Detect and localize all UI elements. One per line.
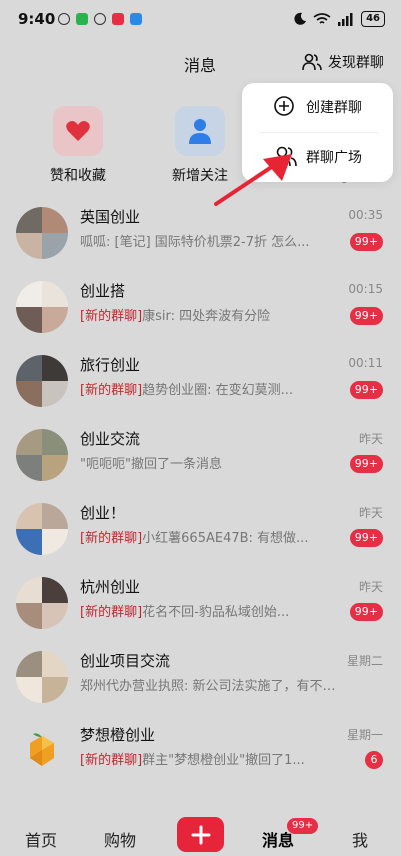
conversation-preview: [新的群聊]花名不回-豹品私域创始... [80, 605, 290, 620]
group-avatar [16, 503, 68, 555]
conversation-time: 00:35 [348, 208, 383, 222]
tab-me[interactable]: 我 [352, 827, 368, 851]
moon-icon [294, 12, 307, 25]
group-avatar [16, 651, 68, 703]
group-square-label: 群聊广场 [306, 150, 362, 166]
conversation-item[interactable]: 创业项目交流 郑州代办营业执照: 新公司法实施了，有不经... 星期二 [0, 640, 401, 714]
conversation-preview: "呃呃呃"撤回了一条消息 [80, 457, 222, 472]
conversation-item[interactable]: 杭州创业 [新的群聊]花名不回-豹品私域创始... 昨天 99+ [0, 566, 401, 640]
conversation-item[interactable]: 英国创业 呱呱: [笔记] 国际特价机票2-7折 怎么... 00:35 99+ [0, 196, 401, 270]
wechat-icon [76, 13, 88, 25]
unread-badge: 99+ [349, 529, 383, 547]
status-bar: 9:40 46 [0, 0, 401, 40]
conversation-preview: 郑州代办营业执照: 新公司法实施了，有不经... [80, 679, 340, 694]
group-avatar [16, 725, 68, 777]
heart-icon [66, 121, 90, 141]
conversation-item[interactable]: 梦想橙创业 [新的群聊]群主"梦想橙创业"撤回了1... 星期一 6 [0, 714, 401, 788]
conversation-time: 00:15 [348, 282, 383, 296]
message-app-icon [130, 13, 142, 25]
create-group-item[interactable]: 创建群聊 [242, 83, 393, 132]
conversation-item[interactable]: 创业交流 "呃呃呃"撤回了一条消息 昨天 99+ [0, 418, 401, 492]
status-time: 9:40 [18, 10, 56, 28]
followers-icon-tile [175, 106, 225, 156]
wifi-icon [313, 12, 331, 24]
conversation-time: 昨天 [358, 432, 383, 446]
tab-shopping[interactable]: 购物 [104, 827, 136, 851]
likes-and-collections[interactable]: 赞和收藏 [48, 106, 108, 185]
notification-app-icon [112, 13, 124, 25]
conversation-item[interactable]: 旅行创业 [新的群聊]趋势创业圈: 在变幻莫测... 00:11 99+ [0, 344, 401, 418]
conversation-time: 昨天 [358, 506, 383, 520]
unread-badge: 99+ [349, 381, 383, 399]
tab-home[interactable]: 首页 [25, 827, 57, 851]
likes-icon-tile [53, 106, 103, 156]
conversation-name: 创业交流 [80, 430, 141, 448]
discover-groups-button[interactable]: 发现群聊 [302, 52, 384, 72]
unread-badge: 99+ [349, 455, 383, 473]
status-app-icons [58, 13, 142, 25]
status-right: 46 [293, 11, 385, 27]
group-avatar [16, 577, 68, 629]
conversation-name: 创业！ [80, 504, 126, 522]
conversation-preview: 呱呱: [笔记] 国际特价机票2-7折 怎么... [80, 235, 310, 250]
unread-badge: 99+ [349, 233, 383, 251]
conversation-time: 00:11 [348, 356, 383, 370]
signal-icon [338, 12, 353, 26]
battery-indicator: 46 [361, 11, 385, 27]
unread-badge: 99+ [349, 307, 383, 325]
group-avatar [16, 429, 68, 481]
conversation-list: 英国创业 呱呱: [笔记] 国际特价机票2-7折 怎么... 00:35 99+… [0, 196, 401, 788]
page-title: 消息 [184, 56, 217, 75]
person-icon [189, 119, 211, 144]
orange-logo-icon [30, 733, 54, 766]
unread-badge: 6 [365, 751, 383, 769]
likes-label: 赞和收藏 [50, 168, 106, 184]
conversation-name: 创业搭 [80, 282, 126, 300]
conversation-preview: [新的群聊]趋势创业圈: 在变幻莫测... [80, 383, 294, 398]
unread-badge: 99+ [349, 603, 383, 621]
conversation-name: 英国创业 [80, 208, 141, 226]
add-circle-icon [274, 96, 294, 116]
conversation-preview: [新的群聊]小红薯665AE47B: 有想做... [80, 531, 309, 546]
conversation-name: 创业项目交流 [80, 652, 171, 670]
conversation-time: 星期二 [346, 654, 383, 668]
group-avatar [16, 355, 68, 407]
discover-groups-label: 发现群聊 [328, 55, 384, 71]
bottom-tab-bar: 首页 购物 消息 99+ 我 [0, 808, 401, 856]
conversation-name: 梦想橙创业 [80, 726, 156, 744]
conversation-time: 星期一 [346, 728, 383, 742]
conversation-name: 旅行创业 [80, 356, 141, 374]
conversation-preview: [新的群聊]群主"梦想橙创业"撤回了1... [80, 753, 305, 768]
app-icon [94, 13, 106, 25]
messages-badge: 99+ [287, 818, 319, 834]
create-post-button[interactable] [177, 817, 224, 852]
conversation-name: 杭州创业 [80, 578, 141, 596]
create-group-label: 创建群聊 [306, 100, 362, 116]
conversation-time: 昨天 [358, 580, 383, 594]
chat-app-icon [58, 13, 70, 25]
conversation-item[interactable]: 创业！ [新的群聊]小红薯665AE47B: 有想做... 昨天 99+ [0, 492, 401, 566]
group-icon [302, 53, 322, 71]
conversation-preview: [新的群聊]康sir: 四处奔波有分险 [80, 309, 271, 324]
plus-icon [191, 825, 210, 844]
conversation-item[interactable]: 创业搭 [新的群聊]康sir: 四处奔波有分险 00:15 99+ [0, 270, 401, 344]
group-avatar [16, 207, 68, 259]
group-avatar [16, 281, 68, 333]
